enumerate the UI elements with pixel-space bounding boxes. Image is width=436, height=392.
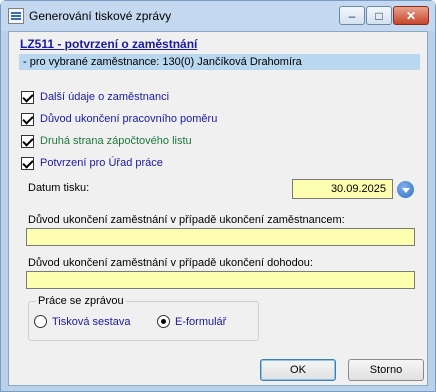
- reason-employee-label: Důvod ukončení zaměstnání v případě ukon…: [28, 214, 345, 226]
- print-date-input[interactable]: 30.09.2025: [292, 179, 393, 199]
- checkbox-labour-office-confirmation[interactable]: [21, 156, 34, 170]
- checkbox-termination-reason[interactable]: [21, 112, 34, 126]
- work-with-report-group: Práce se zprávou Tisková sestava E-formu…: [28, 295, 259, 341]
- report-title: LZ511 - potvrzení o zaměstnání: [20, 37, 198, 51]
- option-label: Další údaje o zaměstnanci: [40, 91, 170, 103]
- option-termination-reason[interactable]: Důvod ukončení pracovního poměru: [21, 111, 217, 127]
- reason-agreement-input[interactable]: [26, 271, 415, 289]
- maximize-button[interactable]: □: [366, 6, 392, 25]
- date-dropdown-icon[interactable]: [397, 181, 414, 198]
- radio-label: Tisková sestava: [52, 315, 131, 328]
- minimize-icon: –: [348, 8, 356, 23]
- dialog-window: Generování tiskové zprávy – □ ✕ LZ511 - …: [0, 0, 436, 392]
- title-bar[interactable]: Generování tiskové zprávy – □ ✕: [1, 1, 435, 31]
- cancel-button[interactable]: Storno: [348, 359, 424, 381]
- ok-button[interactable]: OK: [260, 359, 336, 381]
- print-date-label: Datum tisku:: [28, 182, 90, 194]
- maximize-icon: □: [375, 8, 383, 23]
- minimize-button[interactable]: –: [339, 6, 365, 25]
- window-title: Generování tiskové zprávy: [29, 9, 172, 23]
- radio-e-form[interactable]: E-formulář: [157, 315, 226, 328]
- checkbox-other-employee-data[interactable]: [21, 90, 34, 104]
- reason-agreement-label: Důvod ukončení zaměstnání v případě ukon…: [28, 257, 313, 269]
- close-icon: ✕: [405, 8, 417, 23]
- group-title: Práce se zprávou: [36, 295, 126, 307]
- option-labour-office-confirmation[interactable]: Potvrzení pro Úřad práce: [21, 155, 163, 171]
- radio-print-report-indicator[interactable]: [34, 315, 47, 328]
- radio-e-form-indicator[interactable]: [157, 315, 170, 328]
- option-label: Druhá strana zápočtového listu: [40, 135, 192, 147]
- checkbox-credit-sheet-back[interactable]: [21, 134, 34, 148]
- option-other-employee-data[interactable]: Další údaje o zaměstnanci: [21, 89, 169, 105]
- dialog-body: LZ511 - potvrzení o zaměstnání - pro vyb…: [8, 31, 428, 386]
- radio-label: E-formulář: [175, 315, 227, 328]
- option-label: Důvod ukončení pracovního poměru: [40, 113, 218, 125]
- employee-subtitle: - pro vybrané zaměstnance: 130(0) Jančík…: [19, 54, 420, 70]
- app-icon: [8, 8, 24, 24]
- radio-print-report[interactable]: Tisková sestava: [34, 315, 130, 328]
- reason-employee-input[interactable]: [26, 228, 415, 246]
- option-label: Potvrzení pro Úřad práce: [40, 157, 163, 169]
- close-button[interactable]: ✕: [393, 6, 429, 25]
- option-credit-sheet-back[interactable]: Druhá strana zápočtového listu: [21, 133, 192, 149]
